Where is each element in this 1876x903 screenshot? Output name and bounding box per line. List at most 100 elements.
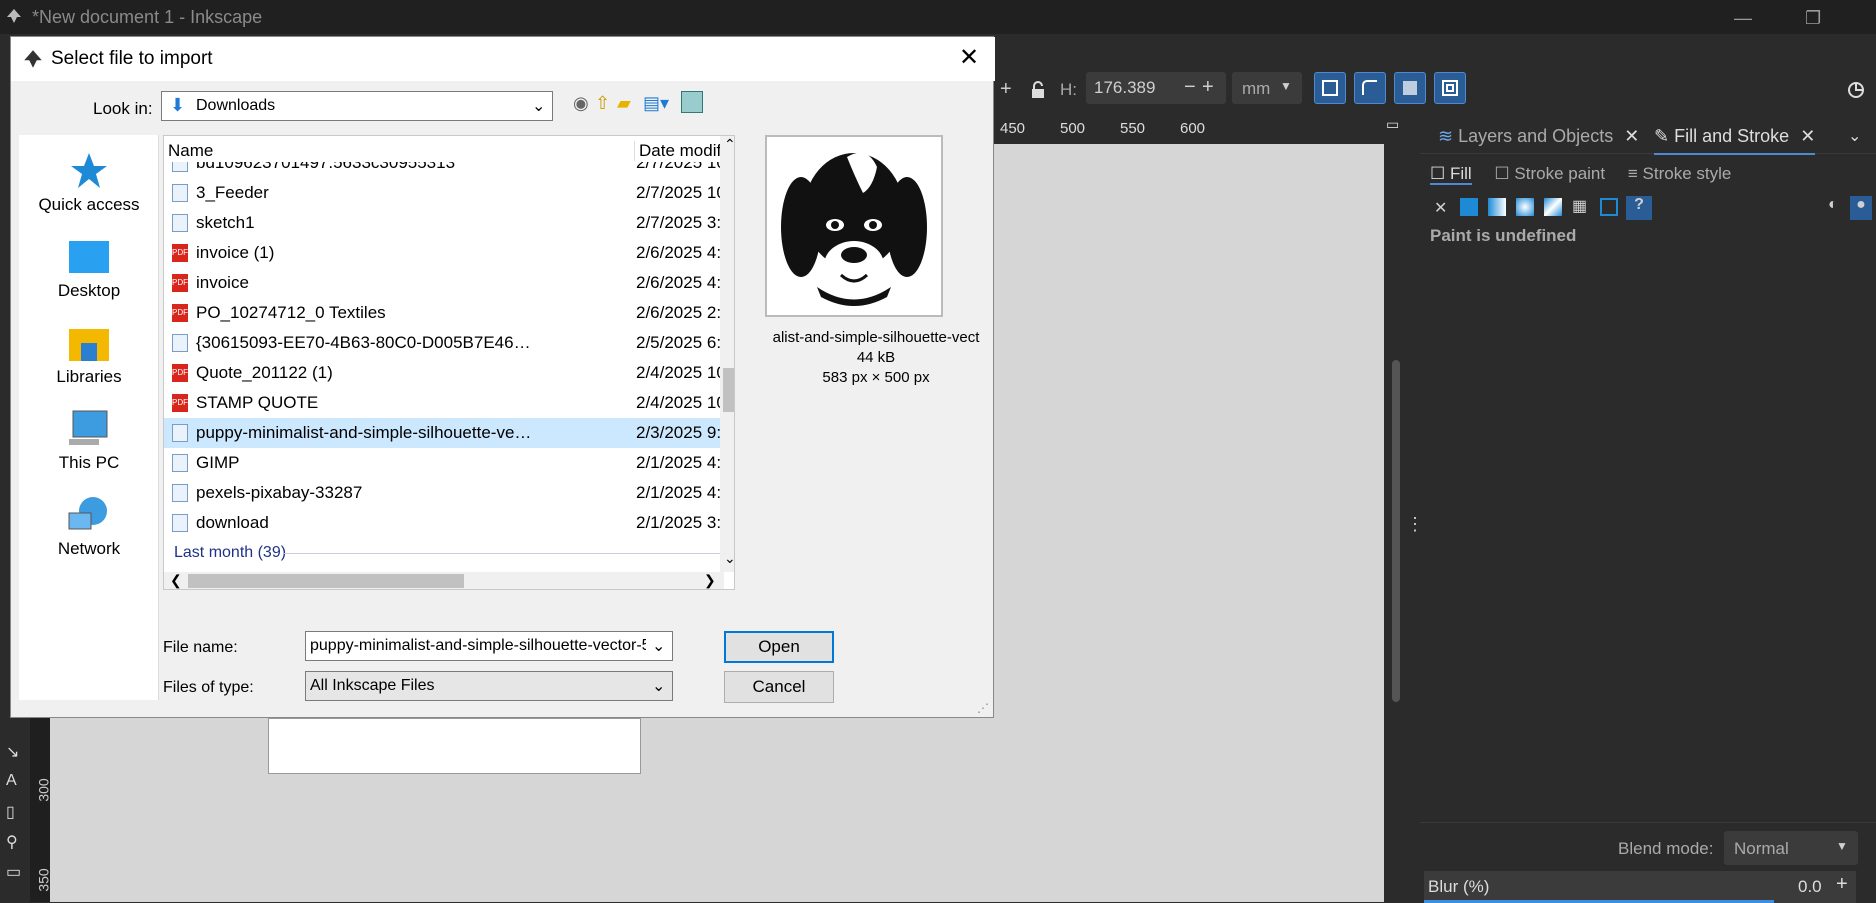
text-tool-icon[interactable]: A: [6, 772, 17, 790]
image-file-icon: [172, 184, 188, 202]
place-this-pc[interactable]: This PC: [19, 403, 159, 489]
file-row[interactable]: sketch1 2/7/2025 3:3: [164, 208, 724, 238]
file-row[interactable]: download 2/1/2025 3:1: [164, 508, 724, 538]
hscroll-thumb[interactable]: [188, 574, 464, 588]
file-row[interactable]: PDF invoice 2/6/2025 4:5: [164, 268, 724, 298]
file-row[interactable]: PDF STAMP QUOTE 2/4/2025 10: [164, 388, 724, 418]
linear-gradient-icon[interactable]: [1488, 198, 1506, 216]
document-page[interactable]: [268, 718, 641, 774]
transform-stroke-button[interactable]: [1314, 72, 1346, 104]
file-row[interactable]: PDF PO_10274712_0 Textiles 2/6/2025 2:1: [164, 298, 724, 328]
height-decrement[interactable]: −: [1184, 76, 1196, 99]
network-icon: [68, 497, 107, 530]
scroll-left-icon[interactable]: ❮: [170, 572, 182, 589]
file-row[interactable]: GIMP 2/1/2025 4:5: [164, 448, 724, 478]
back-icon[interactable]: ◉: [573, 93, 589, 114]
snap-icon[interactable]: [1846, 80, 1866, 100]
scroll-up-icon[interactable]: ⌃: [724, 136, 734, 153]
pattern-icon[interactable]: ▦: [1572, 196, 1587, 216]
look-in-select[interactable]: ⬇ Downloads ⌄: [161, 91, 553, 121]
inkscape-logo-icon: [7, 9, 21, 23]
minimize-button[interactable]: —: [1734, 8, 1752, 29]
file-row[interactable]: bd109623701497.5633c30955313 2/7/2025 10: [164, 162, 724, 178]
file-name: PO_10274712_0 Textiles: [196, 303, 386, 322]
file-row[interactable]: 3_Feeder 2/7/2025 10: [164, 178, 724, 208]
blend-select[interactable]: Normal ▼: [1724, 831, 1858, 865]
blur-increment[interactable]: +: [1836, 873, 1848, 896]
canvas-scrollbar[interactable]: [1392, 360, 1400, 702]
radial-gradient-icon[interactable]: [1516, 198, 1534, 216]
image-file-icon: [172, 484, 188, 502]
restore-button[interactable]: ❐: [1805, 8, 1821, 29]
file-row[interactable]: PDF Quote_201122 (1) 2/4/2025 10: [164, 358, 724, 388]
file-row[interactable]: pexels-pixabay-33287 2/1/2025 4:1: [164, 478, 724, 508]
close-icon[interactable]: ✕: [1800, 126, 1815, 146]
transform-corners-button[interactable]: [1354, 72, 1386, 104]
pages-tool-icon[interactable]: ▯: [6, 802, 15, 822]
file-row[interactable]: puppy-minimalist-and-simple-silhouette-v…: [164, 418, 724, 448]
unset-paint-icon[interactable]: ?: [1626, 196, 1652, 220]
tab-fill-and-stroke[interactable]: ✎ Fill and Stroke ✕: [1654, 126, 1816, 155]
subtab-stroke-style[interactable]: ≡ Stroke style: [1628, 164, 1731, 183]
fill-rule-nonzero-icon[interactable]: ●: [1850, 196, 1872, 220]
close-button[interactable]: ✕: [959, 43, 979, 72]
monitor-icon[interactable]: ▭: [1386, 116, 1399, 133]
file-row[interactable]: PDF invoice (1) 2/6/2025 4:5: [164, 238, 724, 268]
column-header-date[interactable]: Date modifi: [634, 141, 734, 161]
swatch-icon[interactable]: [1600, 198, 1618, 216]
zoom-tool-icon[interactable]: ⚲: [6, 832, 18, 852]
file-name: download: [196, 513, 269, 532]
connector-tool-icon[interactable]: ↘: [6, 742, 19, 762]
unit-select[interactable]: mm ▼: [1232, 72, 1302, 104]
resize-grip-icon[interactable]: ⋰: [977, 701, 989, 715]
up-folder-icon[interactable]: ⇧: [595, 93, 610, 114]
file-list[interactable]: Name Date modifi bd109623701497.5633c309…: [163, 135, 735, 590]
scroll-right-icon[interactable]: ❯: [704, 572, 716, 589]
image-file-icon: [172, 214, 188, 232]
lock-icon[interactable]: [1030, 81, 1046, 99]
new-folder-icon[interactable]: ▰: [617, 93, 631, 114]
preview-toggle-icon[interactable]: [681, 91, 703, 113]
file-row[interactable]: {30615093-EE70-4B63-80C0-D005B7E46092} 2/…: [164, 328, 724, 358]
pdf-file-icon: PDF: [172, 244, 188, 262]
fill-rule-evenodd-icon[interactable]: ◐: [1828, 196, 1838, 214]
flat-color-icon[interactable]: [1460, 198, 1478, 216]
scroll-down-icon[interactable]: ⌄: [724, 550, 734, 567]
place-network[interactable]: Network: [19, 489, 159, 575]
height-field[interactable]: 176.389 − +: [1086, 72, 1226, 104]
transform-patterns-button[interactable]: [1434, 72, 1466, 104]
plus-button[interactable]: +: [1000, 78, 1012, 101]
file-list-hscrollbar[interactable]: ❮ ❯: [164, 572, 724, 589]
file-date: 2/7/2025 3:3: [636, 213, 724, 232]
file-name: Quote_201122 (1): [196, 363, 333, 382]
subtab-stroke-paint[interactable]: ☐ Stroke paint: [1494, 164, 1605, 183]
group-divider: [284, 553, 724, 554]
vscroll-thumb[interactable]: [723, 368, 734, 412]
subtab-fill[interactable]: ☐ Fill: [1430, 164, 1472, 185]
file-name-input[interactable]: puppy-minimalist-and-simple-silhouette-v…: [305, 631, 673, 661]
transform-gradients-button[interactable]: [1394, 72, 1426, 104]
preview-filename: alist-and-simple-silhouette-vect: [772, 329, 980, 346]
place-desktop[interactable]: Desktop: [19, 231, 159, 317]
file-name-label: File name:: [163, 639, 238, 656]
blur-slider[interactable]: Blur (%) 0.0 +: [1424, 871, 1856, 903]
image-file-icon: [172, 454, 188, 472]
open-button[interactable]: Open: [724, 631, 834, 663]
tab-layers-and-objects[interactable]: ≋ Layers and Objects ✕: [1438, 126, 1639, 147]
column-header-name[interactable]: Name: [168, 141, 213, 161]
files-of-type-select[interactable]: All Inkscape Files ⌄: [305, 671, 673, 701]
view-menu-icon[interactable]: ▤▾: [643, 93, 669, 114]
place-libraries[interactable]: Libraries: [19, 317, 159, 403]
close-icon[interactable]: ✕: [1624, 126, 1639, 146]
group-header[interactable]: Last month (39): [164, 538, 724, 562]
mesh-gradient-icon[interactable]: [1544, 198, 1562, 216]
chevron-down-icon[interactable]: ⌄: [1848, 126, 1861, 146]
measure-tool-icon[interactable]: ▭: [6, 862, 21, 882]
height-increment[interactable]: +: [1202, 76, 1214, 99]
file-list-vscrollbar[interactable]: ⌃ ⌄: [720, 136, 734, 572]
chevron-down-icon[interactable]: ⌄: [652, 636, 665, 656]
place-quick-access[interactable]: Quick access: [19, 145, 159, 231]
cancel-button[interactable]: Cancel: [724, 671, 834, 703]
panel-tabs: ≋ Layers and Objects ✕ ✎ Fill and Stroke…: [1420, 118, 1876, 155]
no-paint-icon[interactable]: ✕: [1434, 198, 1447, 218]
